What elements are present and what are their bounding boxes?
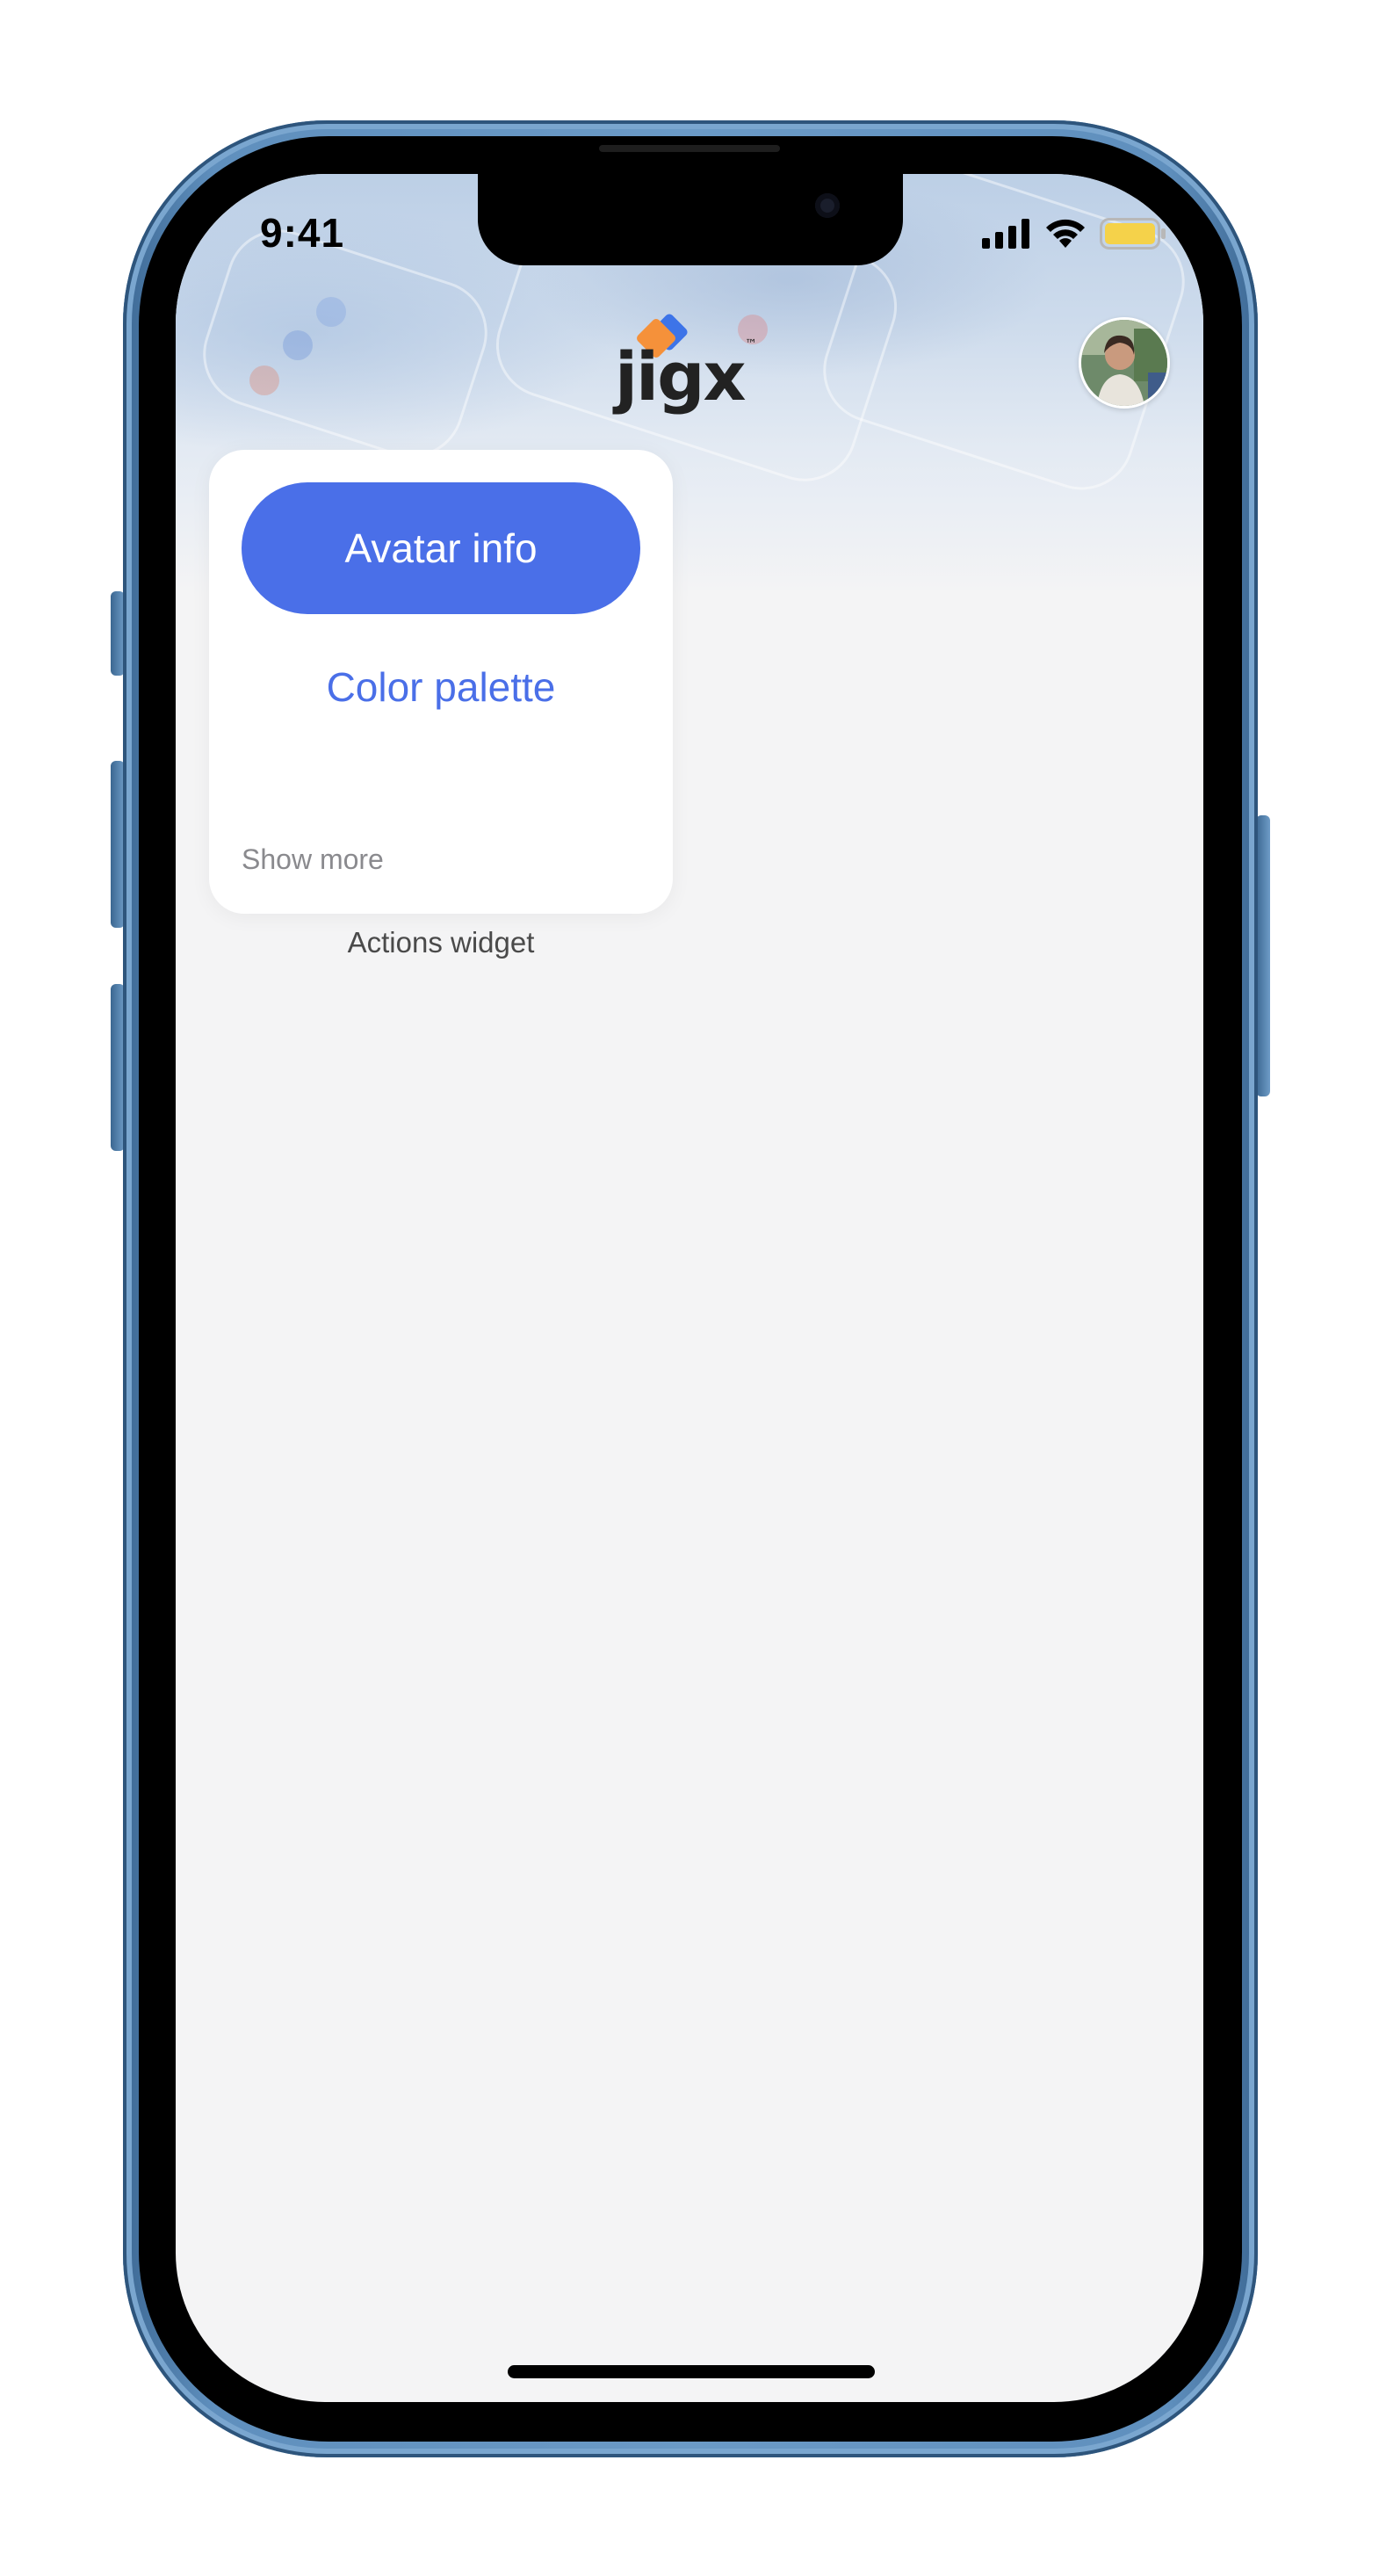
home-indicator[interactable] [508, 2365, 875, 2378]
widget-caption: Actions widget [347, 926, 535, 959]
actions-widget-card: Avatar info Color palette Show more [209, 450, 673, 914]
logo-text: jigx [615, 337, 747, 416]
front-camera [815, 193, 840, 218]
user-avatar[interactable] [1079, 317, 1170, 409]
background-decoration [249, 365, 279, 395]
app-screen: 9:41 jigx ™ Avatar info Color palette Sh… [176, 174, 1203, 2402]
power-button [1256, 815, 1270, 1096]
battery-icon [1100, 218, 1166, 250]
wifi-icon [1046, 219, 1085, 248]
background-decoration [283, 330, 313, 360]
status-icons [982, 218, 1166, 250]
avatar-photo [1081, 320, 1167, 406]
avatar-info-button[interactable]: Avatar info [242, 482, 640, 614]
status-time: 9:41 [260, 210, 345, 256]
device-mockup: 9:41 jigx ™ Avatar info Color palette Sh… [0, 0, 1379, 2576]
background-decoration [189, 215, 502, 472]
trademark-symbol: ™ [745, 337, 757, 351]
display-notch [478, 174, 903, 265]
color-palette-button[interactable]: Color palette [242, 652, 640, 722]
jigx-logo: jigx ™ [615, 314, 773, 416]
show-more-link[interactable]: Show more [242, 843, 384, 876]
background-decoration [316, 297, 346, 327]
signal-icon [982, 219, 1029, 249]
earpiece-speaker [599, 145, 780, 152]
